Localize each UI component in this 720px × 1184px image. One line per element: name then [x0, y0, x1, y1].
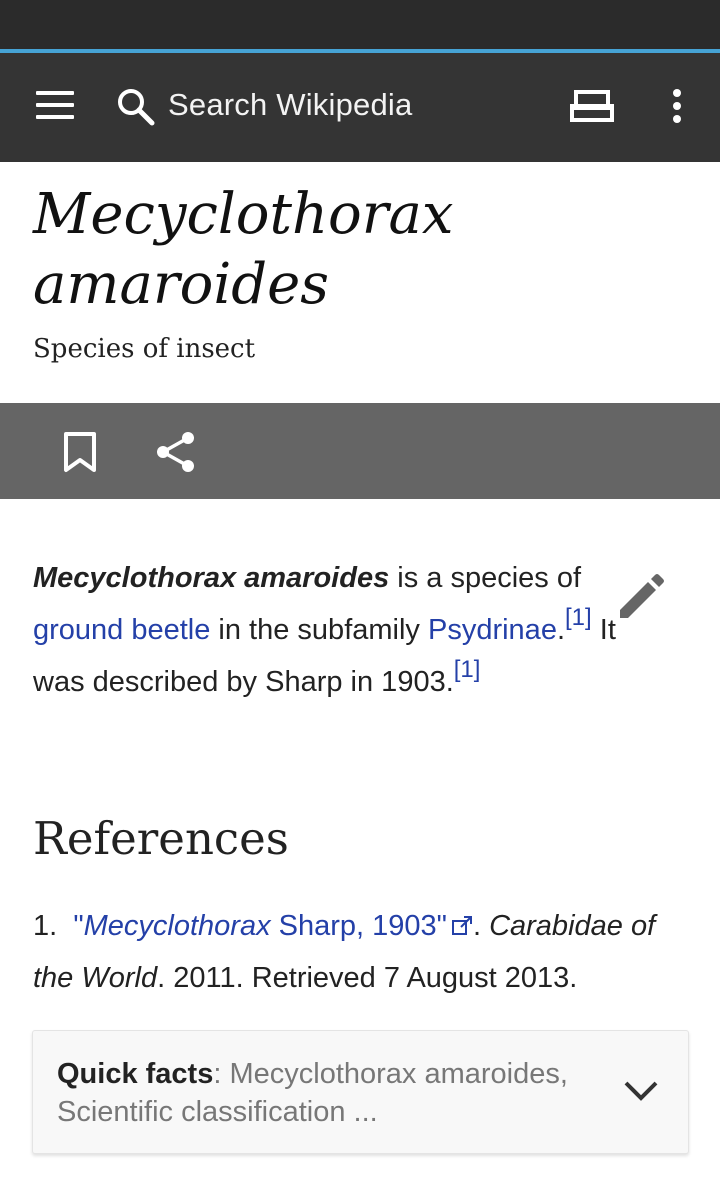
- menu-icon[interactable]: [36, 91, 76, 123]
- bookmark-icon[interactable]: [60, 431, 100, 473]
- quick-facts-label: Quick facts: [57, 1058, 214, 1090]
- edit-pencil-icon[interactable]: [614, 572, 666, 624]
- quick-facts-card[interactable]: Quick facts: Mecyclothorax amaroides, Sc…: [32, 1030, 689, 1154]
- reference-item: 1. "Mecyclothorax Sharp, 1903". Carabida…: [33, 900, 698, 1004]
- external-link-icon: [451, 916, 472, 935]
- intro-text-2: in the subfamily: [210, 614, 428, 646]
- search-icon[interactable]: [114, 85, 158, 129]
- citation-link-1[interactable]: [1]: [565, 604, 592, 631]
- quick-facts-separator: :: [213, 1058, 230, 1090]
- status-bar: [0, 0, 720, 50]
- page-description: Species of insect: [33, 334, 256, 364]
- overflow-menu-icon[interactable]: [670, 89, 684, 125]
- chevron-down-icon[interactable]: [623, 1079, 659, 1103]
- quick-facts-text: Quick facts: Mecyclothorax amaroides, Sc…: [57, 1055, 602, 1131]
- reference-number: 1.: [33, 910, 58, 942]
- reference-link[interactable]: "Mecyclothorax Sharp, 1903": [73, 910, 447, 942]
- page-title-line-1: Mecyclothorax: [33, 182, 454, 247]
- article-subject: Mecyclothorax amaroides: [33, 562, 390, 594]
- reference-rest: . 2011. Retrieved 7 August 2013.: [157, 962, 578, 994]
- link-psydrinae[interactable]: Psydrinae: [428, 614, 557, 646]
- article-intro-paragraph: Mecyclothorax amaroides is a species of …: [33, 552, 633, 708]
- reference-after-link: .: [472, 910, 490, 942]
- top-toolbar: Search Wikipedia: [0, 53, 720, 162]
- section-heading-references: References: [33, 812, 289, 865]
- reference-link-rest: Sharp, 1903": [270, 910, 447, 942]
- intro-text-3: .: [556, 614, 566, 646]
- page-title: Mecyclothorax amaroides: [33, 180, 693, 320]
- intro-text-1: is a species of: [389, 562, 582, 594]
- citation-link-2[interactable]: [1]: [454, 656, 481, 683]
- reference-link-genus: Mecyclothorax: [83, 910, 271, 942]
- reference-list: 1. "Mecyclothorax Sharp, 1903". Carabida…: [33, 900, 698, 1004]
- reference-link-quote: ": [73, 910, 84, 942]
- article-action-bar: [0, 403, 720, 499]
- share-icon[interactable]: [152, 429, 200, 475]
- link-ground-beetle[interactable]: ground beetle: [33, 614, 210, 646]
- reading-list-icon[interactable]: [570, 89, 616, 125]
- page-title-line-2: amaroides: [33, 252, 329, 317]
- search-input[interactable]: Search Wikipedia: [168, 87, 412, 123]
